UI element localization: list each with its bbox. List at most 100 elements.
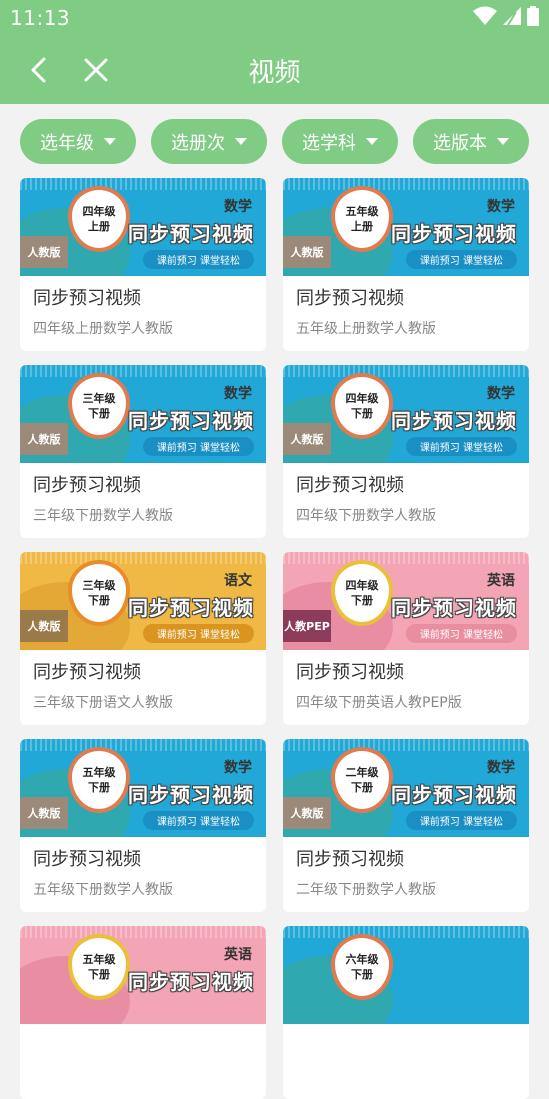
badge-grade: 二年级 [345, 766, 379, 779]
badge-grade: 三年级 [82, 392, 116, 405]
filter-volume-button[interactable]: 选册次 [151, 119, 267, 164]
filter-grade-button[interactable]: 选年级 [20, 119, 136, 164]
thumb-edition: 人教版 [20, 423, 68, 455]
decor-stripe [20, 926, 266, 938]
thumb-edition: 人教版 [283, 423, 331, 455]
thumb-slogan: 课前预习 课堂轻松 [142, 624, 254, 643]
thumb-edition: 人教版 [20, 797, 68, 829]
video-thumbnail: 四年级 下册 数学 同步预习视频 课前预习 课堂轻松 人教版 [283, 365, 529, 463]
filter-subject-button[interactable]: 选学科 [282, 119, 398, 164]
video-card[interactable]: 三年级 下册 语文 同步预习视频 课前预习 课堂轻松 人教版 同步预习视频 三年… [20, 552, 266, 725]
video-card[interactable]: 四年级 下册 英语 同步预习视频 课前预习 课堂轻松 人教PEP 同步预习视频 … [283, 552, 529, 725]
thumb-subject: 英语 [487, 573, 515, 589]
badge-grade: 六年级 [345, 953, 379, 966]
video-card[interactable]: 四年级 上册 数学 同步预习视频 课前预习 课堂轻松 人教版 同步预习视频 四年… [20, 178, 266, 351]
filter-bar: 选年级 选册次 选学科 选版本 [20, 119, 529, 164]
thumb-headline: 同步预习视频 [128, 783, 254, 807]
badge-volume: 下册 [88, 594, 110, 607]
thumb-subject: 数学 [487, 199, 515, 215]
thumb-edition: 人教版 [283, 236, 331, 268]
video-card[interactable]: 五年级 下册 英语 同步预习视频 [20, 926, 266, 1099]
badge-grade: 五年级 [82, 766, 116, 779]
decor-stripe [283, 739, 529, 751]
status-icons [473, 6, 539, 26]
thumb-slogan: 课前预习 课堂轻松 [405, 437, 517, 456]
thumb-subject: 语文 [224, 573, 252, 589]
video-title: 同步预习视频 [33, 849, 141, 870]
thumb-headline: 同步预习视频 [391, 409, 517, 433]
thumb-slogan: 课前预习 课堂轻松 [142, 250, 254, 269]
decor-stripe [20, 552, 266, 564]
video-thumbnail: 四年级 上册 数学 同步预习视频 课前预习 课堂轻松 人教版 [20, 178, 266, 276]
video-card[interactable]: 三年级 下册 数学 同步预习视频 课前预习 课堂轻松 人教版 同步预习视频 三年… [20, 365, 266, 538]
thumb-headline: 同步预习视频 [391, 783, 517, 807]
filter-label: 选版本 [433, 132, 487, 154]
thumb-subject: 数学 [224, 760, 252, 776]
badge-grade: 五年级 [345, 205, 379, 218]
thumb-subject: 数学 [487, 760, 515, 776]
video-card[interactable]: 四年级 下册 数学 同步预习视频 课前预习 课堂轻松 人教版 同步预习视频 四年… [283, 365, 529, 538]
video-subtitle: 五年级上册数学人教版 [296, 321, 436, 337]
video-thumbnail: 五年级 下册 数学 同步预习视频 课前预习 课堂轻松 人教版 [20, 739, 266, 837]
video-subtitle: 三年级下册数学人教版 [33, 508, 173, 524]
video-subtitle: 二年级下册数学人教版 [296, 882, 436, 898]
app-bar: 11:13 视频 [0, 0, 549, 104]
video-thumbnail: 六年级 下册 [283, 926, 529, 1024]
video-card[interactable]: 五年级 上册 数学 同步预习视频 课前预习 课堂轻松 人教版 同步预习视频 五年… [283, 178, 529, 351]
video-thumbnail: 五年级 上册 数学 同步预习视频 课前预习 课堂轻松 人教版 [283, 178, 529, 276]
badge-grade: 四年级 [82, 205, 116, 218]
badge-grade: 四年级 [345, 579, 379, 592]
video-thumbnail: 五年级 下册 英语 同步预习视频 [20, 926, 266, 1024]
thumb-subject: 英语 [224, 947, 252, 963]
battery-icon [527, 6, 539, 26]
badge-grade: 五年级 [82, 953, 116, 966]
video-title: 同步预习视频 [33, 662, 141, 683]
thumb-headline: 同步预习视频 [128, 409, 254, 433]
thumb-edition: 人教版 [283, 797, 331, 829]
decor-stripe [20, 365, 266, 377]
thumb-slogan: 课前预习 课堂轻松 [405, 624, 517, 643]
thumb-subject: 数学 [224, 386, 252, 402]
video-grid: 四年级 上册 数学 同步预习视频 课前预习 课堂轻松 人教版 同步预习视频 四年… [20, 178, 529, 1099]
badge-volume: 下册 [88, 781, 110, 794]
video-title: 同步预习视频 [296, 849, 404, 870]
badge-volume: 下册 [351, 594, 373, 607]
video-card[interactable]: 六年级 下册 [283, 926, 529, 1099]
badge-grade: 四年级 [345, 392, 379, 405]
badge-grade: 三年级 [82, 579, 116, 592]
thumb-edition: 人教版 [20, 610, 68, 642]
page-title: 视频 [248, 58, 301, 88]
dropdown-caret-icon [235, 138, 247, 145]
thumb-headline: 同步预习视频 [391, 222, 517, 246]
thumb-headline: 同步预习视频 [128, 596, 254, 620]
thumb-subject: 数学 [224, 199, 252, 215]
thumb-headline: 同步预习视频 [128, 970, 254, 994]
thumb-subject: 数学 [487, 386, 515, 402]
video-card[interactable]: 二年级 下册 数学 同步预习视频 课前预习 课堂轻松 人教版 同步预习视频 二年… [283, 739, 529, 912]
dropdown-caret-icon [366, 138, 378, 145]
dropdown-caret-icon [104, 138, 116, 145]
decor-stripe [283, 178, 529, 190]
thumb-slogan: 课前预习 课堂轻松 [405, 811, 517, 830]
video-subtitle: 三年级下册语文人教版 [33, 695, 173, 711]
decor-stripe [283, 552, 529, 564]
video-thumbnail: 二年级 下册 数学 同步预习视频 课前预习 课堂轻松 人教版 [283, 739, 529, 837]
video-subtitle: 四年级下册英语人教PEP版 [296, 695, 462, 711]
video-title: 同步预习视频 [296, 662, 404, 683]
video-thumbnail: 三年级 下册 语文 同步预习视频 课前预习 课堂轻松 人教版 [20, 552, 266, 650]
status-time: 11:13 [10, 6, 71, 30]
thumb-slogan: 课前预习 课堂轻松 [142, 811, 254, 830]
video-subtitle: 四年级下册数学人教版 [296, 508, 436, 524]
thumb-edition: 人教PEP [283, 610, 331, 642]
video-subtitle: 四年级上册数学人教版 [33, 321, 173, 337]
badge-volume: 下册 [351, 407, 373, 420]
decor-stripe [20, 739, 266, 751]
decor-stripe [283, 365, 529, 377]
wifi-icon [473, 6, 497, 25]
filter-label: 选学科 [302, 132, 356, 154]
thumb-slogan: 课前预习 课堂轻松 [142, 437, 254, 456]
filter-edition-button[interactable]: 选版本 [413, 119, 529, 164]
video-card[interactable]: 五年级 下册 数学 同步预习视频 课前预习 课堂轻松 人教版 同步预习视频 五年… [20, 739, 266, 912]
video-thumbnail: 四年级 下册 英语 同步预习视频 课前预习 课堂轻松 人教PEP [283, 552, 529, 650]
badge-volume: 下册 [351, 968, 373, 981]
